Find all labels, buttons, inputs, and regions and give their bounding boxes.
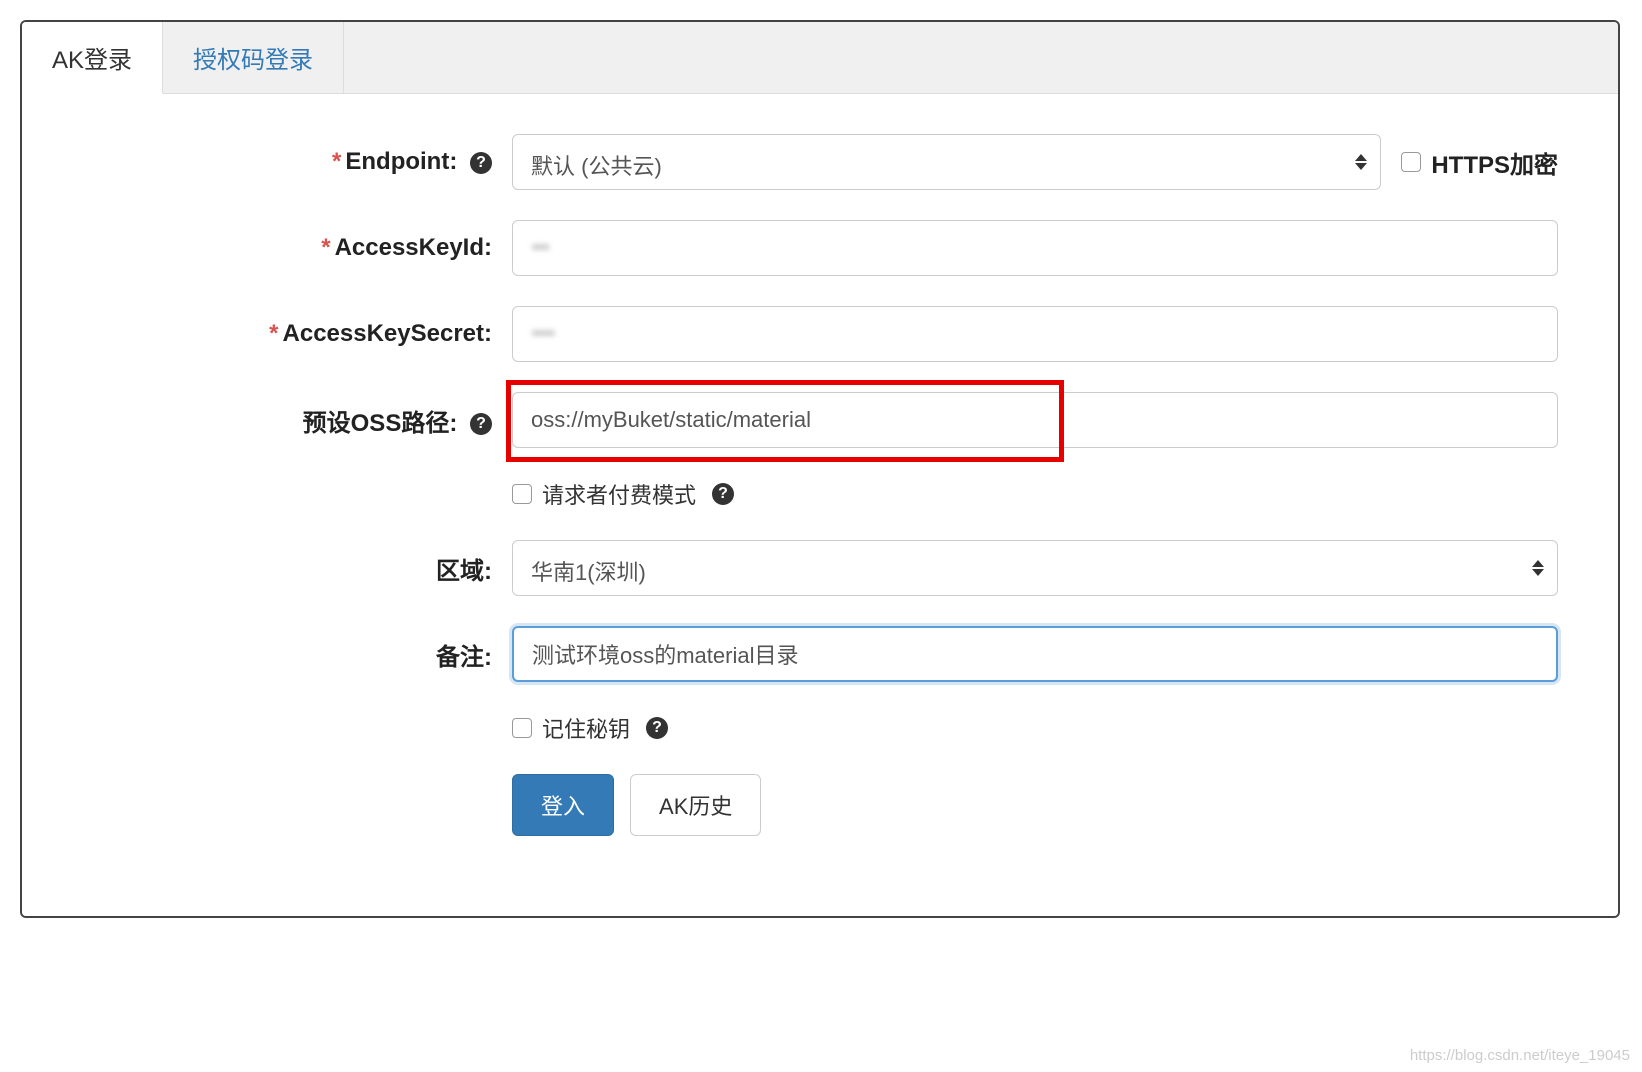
remark-label-text: 备注: <box>436 644 492 671</box>
form-container: *Endpoint: ? 默认 (公共云) HTTPS加密 <box>22 94 1618 916</box>
access-key-id-label-text: AccessKeyId: <box>335 234 492 261</box>
access-key-id-input-col: ▪▪▪ <box>512 220 1558 276</box>
remember-key-label: 记住秘钥 <box>542 712 630 744</box>
help-icon[interactable]: ? <box>646 717 668 739</box>
watermark: https://blog.csdn.net/iteye_19045 <box>1410 1047 1630 1064</box>
access-key-secret-blur: ▪▪▪▪ <box>532 325 555 343</box>
remember-key-checkbox[interactable] <box>512 718 532 738</box>
remember-key-col: 记住秘钥 ? <box>512 712 1558 744</box>
required-marker: * <box>332 148 341 175</box>
endpoint-row: *Endpoint: ? 默认 (公共云) HTTPS加密 <box>82 134 1558 190</box>
https-checkbox[interactable] <box>1401 152 1421 172</box>
help-icon[interactable]: ? <box>470 152 492 174</box>
required-marker: * <box>321 234 330 261</box>
login-panel: AK登录 授权码登录 *Endpoint: ? 默认 (公共云) HTT <box>20 20 1620 918</box>
remark-input[interactable] <box>512 626 1558 682</box>
oss-path-row: 预设OSS路径: ? <box>82 392 1558 448</box>
remark-row: 备注: <box>82 626 1558 682</box>
endpoint-input-col: 默认 (公共云) HTTPS加密 <box>512 134 1558 190</box>
remember-key-row: 记住秘钥 ? <box>82 712 1558 744</box>
requester-pays-label: 请求者付费模式 <box>542 478 696 510</box>
remark-input-col <box>512 626 1558 682</box>
access-key-secret-label-text: AccessKeySecret: <box>283 320 492 347</box>
tab-bar: AK登录 授权码登录 <box>22 22 1618 94</box>
help-icon[interactable]: ? <box>470 413 492 435</box>
region-select[interactable]: 华南1(深圳) <box>512 540 1558 596</box>
oss-path-label-text: 预设OSS路径: <box>303 410 458 437</box>
ak-history-button[interactable]: AK历史 <box>630 774 761 836</box>
oss-path-input-col <box>512 392 1558 448</box>
requester-pays-group: 请求者付费模式 ? <box>512 478 734 510</box>
region-label-text: 区域: <box>436 558 492 585</box>
remark-label: 备注: <box>82 637 512 672</box>
access-key-secret-input[interactable] <box>512 306 1558 362</box>
requester-pays-checkbox[interactable] <box>512 484 532 504</box>
tab-auth-code-login[interactable]: 授权码登录 <box>163 22 344 93</box>
access-key-secret-label: *AccessKeySecret: <box>82 320 512 348</box>
access-key-secret-input-col: ▪▪▪▪ <box>512 306 1558 362</box>
oss-path-input[interactable] <box>512 392 1558 448</box>
help-icon[interactable]: ? <box>712 483 734 505</box>
region-select-wrapper: 华南1(深圳) <box>512 540 1558 596</box>
button-col: 登入 AK历史 <box>512 774 1558 836</box>
tab-ak-login[interactable]: AK登录 <box>22 22 163 94</box>
endpoint-label: *Endpoint: ? <box>82 148 512 176</box>
access-key-id-blur: ▪▪▪ <box>532 239 549 257</box>
requester-pays-row: 请求者付费模式 ? <box>82 478 1558 510</box>
https-label: HTTPS加密 <box>1431 145 1558 180</box>
endpoint-label-text: Endpoint: <box>345 148 457 175</box>
region-row: 区域: 华南1(深圳) <box>82 540 1558 596</box>
login-button[interactable]: 登入 <box>512 774 614 836</box>
region-label: 区域: <box>82 551 512 586</box>
access-key-id-label: *AccessKeyId: <box>82 234 512 262</box>
button-row: 登入 AK历史 <box>82 774 1558 836</box>
access-key-secret-row: *AccessKeySecret: ▪▪▪▪ <box>82 306 1558 362</box>
required-marker: * <box>269 320 278 347</box>
endpoint-select-wrapper: 默认 (公共云) <box>512 134 1381 190</box>
remember-key-group: 记住秘钥 ? <box>512 712 668 744</box>
access-key-id-row: *AccessKeyId: ▪▪▪ <box>82 220 1558 276</box>
access-key-id-input[interactable] <box>512 220 1558 276</box>
region-input-col: 华南1(深圳) <box>512 540 1558 596</box>
oss-path-label: 预设OSS路径: ? <box>82 403 512 438</box>
oss-input-wrapper <box>512 392 1558 448</box>
https-checkbox-group: HTTPS加密 <box>1401 145 1558 180</box>
requester-pays-col: 请求者付费模式 ? <box>512 478 1558 510</box>
endpoint-select[interactable]: 默认 (公共云) <box>512 134 1381 190</box>
